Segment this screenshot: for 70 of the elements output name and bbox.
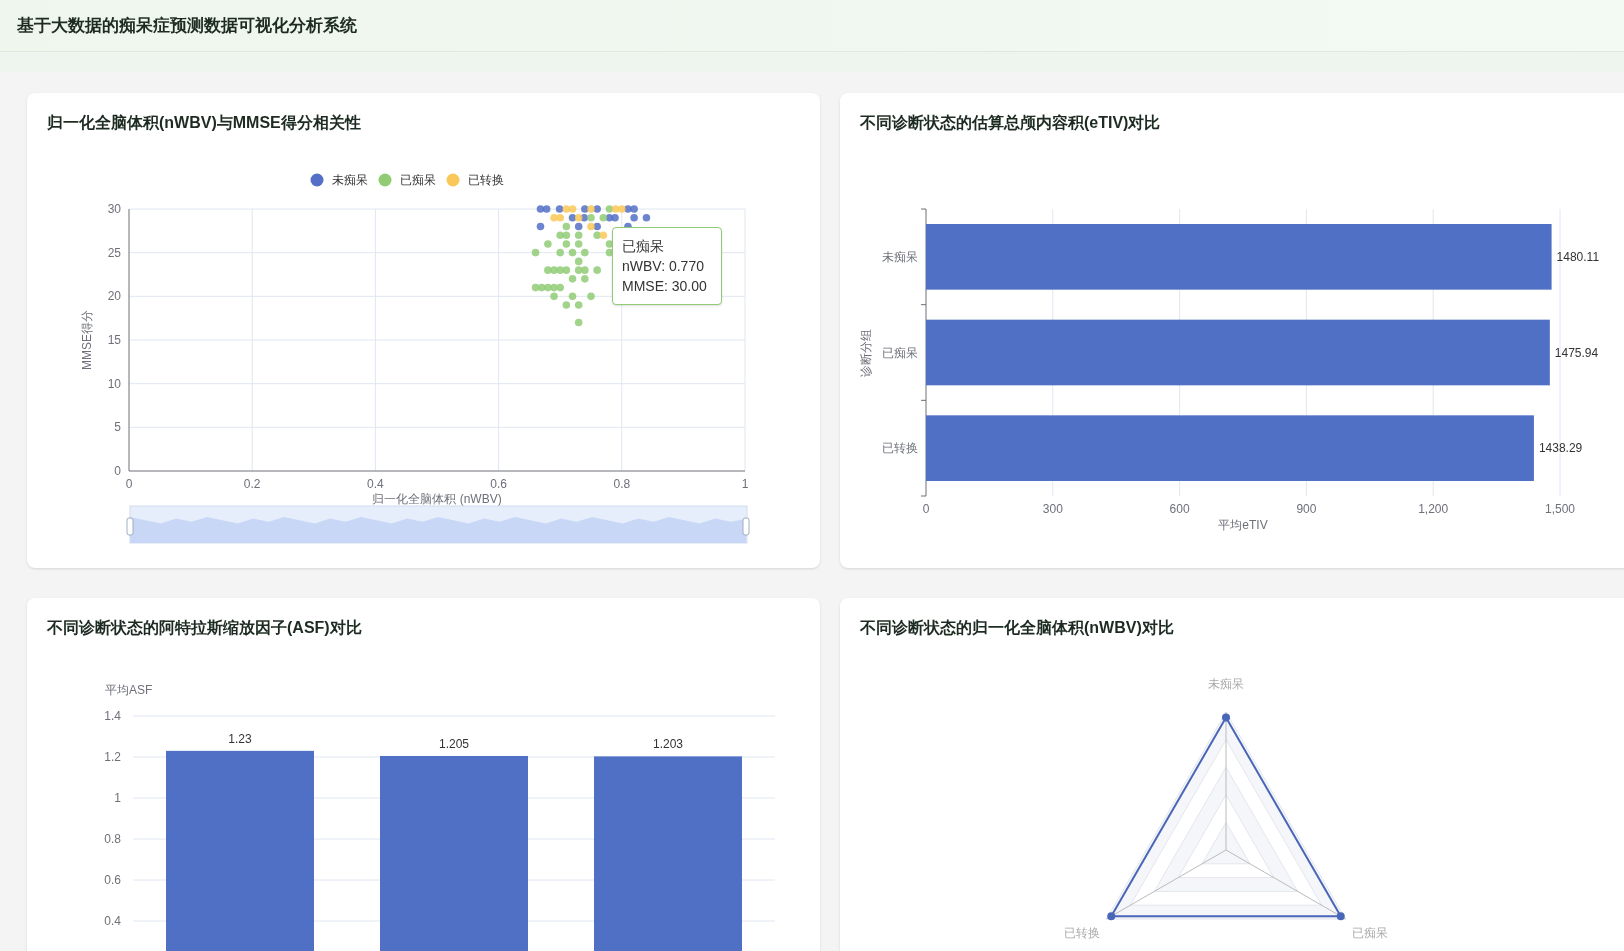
data-point bbox=[536, 222, 545, 231]
value-label: 1.203 bbox=[653, 737, 683, 752]
value-label: 1475.94 bbox=[1554, 345, 1599, 360]
data-point bbox=[593, 266, 601, 274]
category-label: 未痴呆 bbox=[882, 249, 918, 264]
category-label: 已转换 bbox=[882, 441, 918, 456]
axis-tick-label: 0.8 bbox=[613, 477, 631, 491]
data-point bbox=[574, 213, 583, 222]
data-point bbox=[574, 222, 583, 231]
axis-tick-label: 0.4 bbox=[367, 477, 384, 491]
value-label: 1438.29 bbox=[1538, 441, 1583, 456]
axis-tick-label: 1,200 bbox=[1418, 502, 1449, 516]
data-point bbox=[568, 292, 577, 301]
chart-title: 归一化全脑体积(nWBV)与MMSE得分相关性 bbox=[47, 113, 361, 133]
x-axis-title: 归一化全脑体积 (nWBV) bbox=[372, 492, 502, 506]
data-point bbox=[642, 213, 651, 222]
legend-label[interactable]: 已痴呆 bbox=[400, 173, 436, 187]
data-point bbox=[544, 240, 552, 248]
axis-tick-label: 0.4 bbox=[104, 914, 121, 928]
data-point bbox=[587, 292, 595, 301]
axis-tick-label: 600 bbox=[1169, 502, 1190, 516]
axis-tick-label: 0 bbox=[125, 477, 133, 491]
radar-axis-label: 未痴呆 bbox=[1208, 677, 1244, 691]
legend-label[interactable]: 已转换 bbox=[468, 173, 504, 187]
axis-tick-label: 5 bbox=[114, 420, 121, 435]
legend-label[interactable]: 未痴呆 bbox=[332, 173, 368, 187]
data-point bbox=[574, 257, 583, 266]
app-title: 基于大数据的痴呆症预测数据可视化分析系统 bbox=[17, 14, 357, 37]
axis-tick-label: 0.8 bbox=[104, 832, 121, 846]
category-label: 已痴呆 bbox=[882, 345, 918, 360]
axis-tick-label: 1.2 bbox=[104, 750, 121, 764]
radar-axis-label: 已痴呆 bbox=[1351, 926, 1388, 940]
value-label: 1.205 bbox=[439, 736, 469, 751]
axis-tick-label: 0 bbox=[114, 464, 121, 478]
axis-tick-label: 1 bbox=[741, 477, 749, 491]
y-axis-title: MMSE得分 bbox=[80, 310, 94, 370]
data-point bbox=[599, 213, 608, 222]
tooltip-line: nWBV: 0.770 bbox=[622, 257, 705, 276]
y-axis-title: 诊断分组 bbox=[859, 328, 873, 377]
x-axis-title: 平均eTIV bbox=[1218, 518, 1268, 532]
tooltip-title: 已痴呆 bbox=[622, 237, 665, 256]
data-point bbox=[562, 222, 571, 231]
axis-tick-label: 30 bbox=[107, 202, 121, 216]
axis-tick-label: 1,500 bbox=[1545, 502, 1575, 516]
axis-tick-label: 15 bbox=[107, 333, 121, 347]
radar-axis-label: 已转换 bbox=[1064, 926, 1101, 940]
y-axis-title: 平均ASF bbox=[105, 683, 153, 697]
tooltip-line: MMSE: 30.00 bbox=[622, 277, 708, 296]
axis-tick-label: 25 bbox=[107, 245, 121, 260]
data-point bbox=[574, 318, 583, 327]
value-label: 1.23 bbox=[228, 731, 252, 746]
chart-title: 不同诊断状态的阿特拉斯缩放因子(ASF)对比 bbox=[47, 618, 362, 638]
axis-tick-label: 300 bbox=[1042, 502, 1063, 516]
data-point bbox=[568, 248, 577, 257]
axis-tick-label: 0.6 bbox=[490, 477, 507, 491]
data-point bbox=[531, 248, 540, 257]
data-point bbox=[568, 213, 577, 222]
axis-tick-label: 1.4 bbox=[104, 709, 121, 723]
value-label: 1480.11 bbox=[1556, 249, 1600, 264]
axis-tick-label: 0.6 bbox=[104, 873, 121, 887]
chart-title: 不同诊断状态的估算总颅内容积(eTIV)对比 bbox=[860, 113, 1161, 133]
data-point bbox=[537, 283, 546, 292]
axis-tick-label: 10 bbox=[107, 376, 121, 391]
axis-tick-label: 20 bbox=[107, 289, 121, 304]
axis-tick-label: 0.2 bbox=[243, 477, 261, 491]
axis-tick-label: 0 bbox=[922, 502, 930, 516]
axis-tick-label: 900 bbox=[1296, 502, 1317, 516]
chart-title: 不同诊断状态的归一化全脑体积(nWBV)对比 bbox=[860, 618, 1174, 638]
axis-tick-label: 1 bbox=[114, 791, 121, 805]
data-zoom-slider[interactable] bbox=[126, 505, 750, 544]
